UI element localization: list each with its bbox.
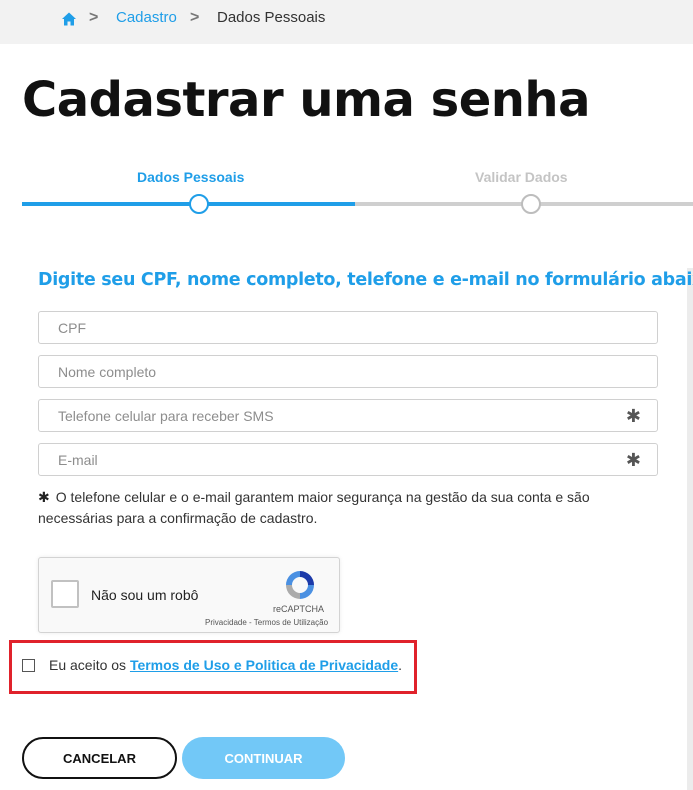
terms-link[interactable]: Termos de Uso e Politica de Privacidade [130,657,398,673]
asterisk-icon: ✱ [38,489,50,505]
phone-field-wrapper: ✱ [38,399,658,432]
recaptcha-checkbox[interactable] [51,580,79,608]
step-dot-active [189,194,209,214]
form-heading: Digite seu CPF, nome completo, telefone … [38,270,693,290]
breadcrumb-link-cadastro[interactable]: Cadastro [116,9,177,26]
required-asterisk-icon: ✱ [625,406,641,426]
terms-suffix: . [398,657,403,673]
cancel-button[interactable]: CANCELAR [22,737,177,779]
required-asterisk-icon: ✱ [625,450,641,470]
name-field-wrapper [38,355,658,388]
step-label-validar-dados: Validar Dados [475,169,568,185]
cpf-input[interactable] [39,312,657,343]
breadcrumb-separator: > [190,9,200,26]
continue-button[interactable]: CONTINUAR [182,737,345,779]
terms-text: Eu aceito os Termos de Uso e Politica de… [49,657,402,673]
full-name-input[interactable] [39,356,657,387]
step-label-dados-pessoais: Dados Pessoais [137,169,245,185]
recaptcha-brand: reCAPTCHA [273,604,325,614]
breadcrumb-current: Dados Pessoais [217,9,326,26]
cpf-field-wrapper [38,311,658,344]
note-text: O telefone celular e o e-mail garantem m… [38,489,590,526]
terms-prefix: Eu aceito os [49,657,130,673]
home-icon[interactable] [61,11,77,27]
page-title: Cadastrar uma senha [22,72,590,128]
recaptcha-links[interactable]: Privacidade - Termos de Utilização [205,618,328,627]
recaptcha-label: Não sou um robô [91,587,199,603]
required-fields-note: ✱ O telefone celular e o e-mail garantem … [38,487,653,529]
breadcrumb-separator: > [89,9,99,26]
email-input[interactable] [39,444,657,475]
scrollbar-track[interactable] [687,268,693,790]
terms-checkbox[interactable] [22,659,35,672]
step-dot-inactive [521,194,541,214]
recaptcha-logo-icon [286,571,314,599]
email-field-wrapper: ✱ [38,443,658,476]
recaptcha-widget: Não sou um robô reCAPTCHA Privacidade - … [38,557,340,633]
phone-input[interactable] [39,400,657,431]
breadcrumb: > Cadastro > Dados Pessoais [0,0,693,44]
